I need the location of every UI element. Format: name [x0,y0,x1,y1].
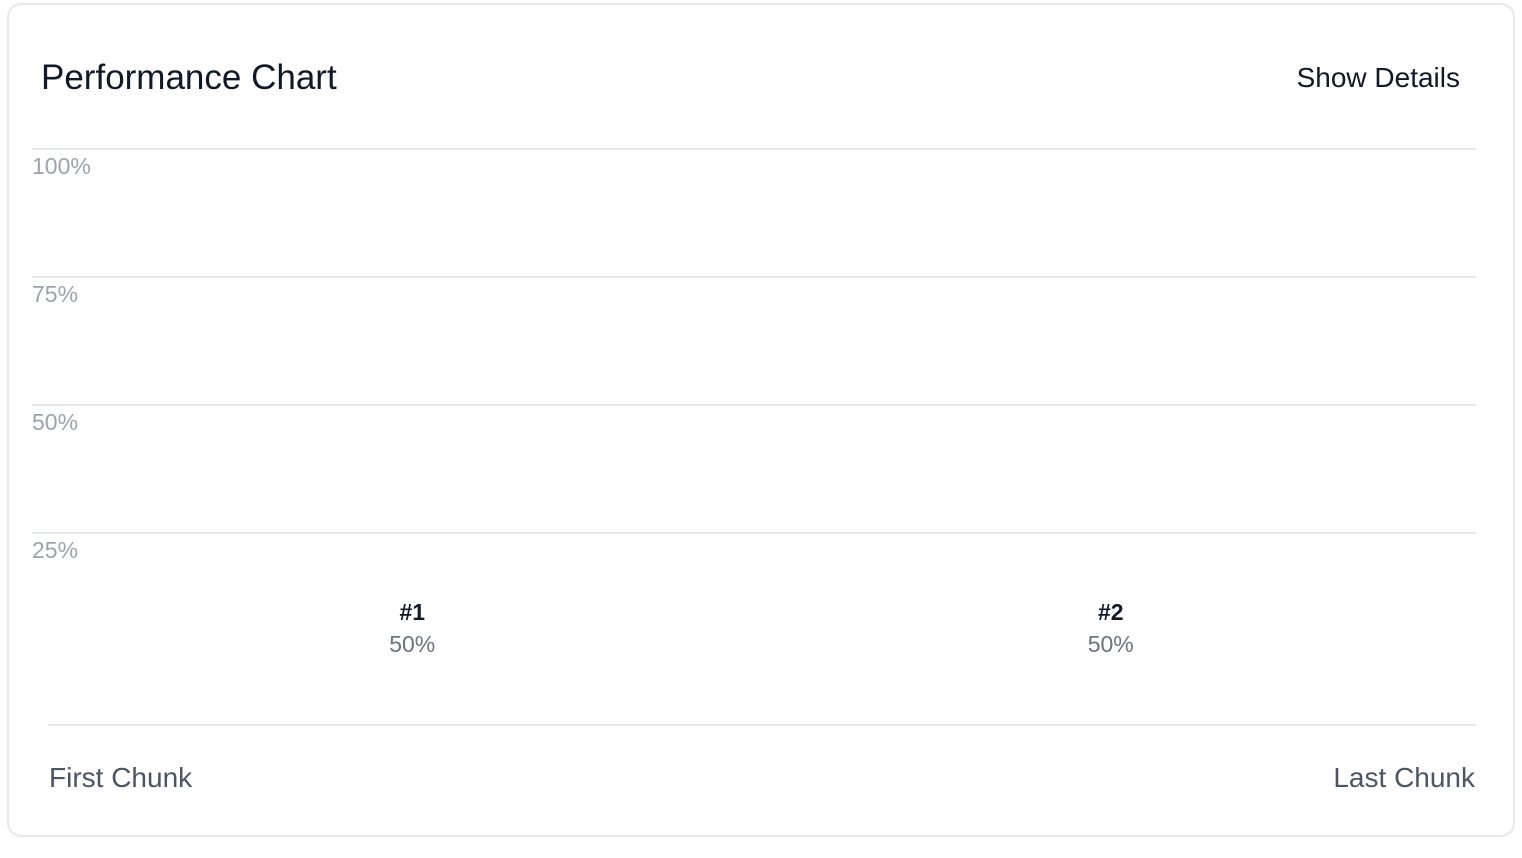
x-axis-start-label: First Chunk [49,762,193,793]
show-details-button[interactable]: Show Details [1297,58,1460,98]
chart-title: Performance Chart [41,58,337,97]
x-axis-end-label: Last Chunk [1333,762,1475,793]
chart-card [7,3,1515,837]
